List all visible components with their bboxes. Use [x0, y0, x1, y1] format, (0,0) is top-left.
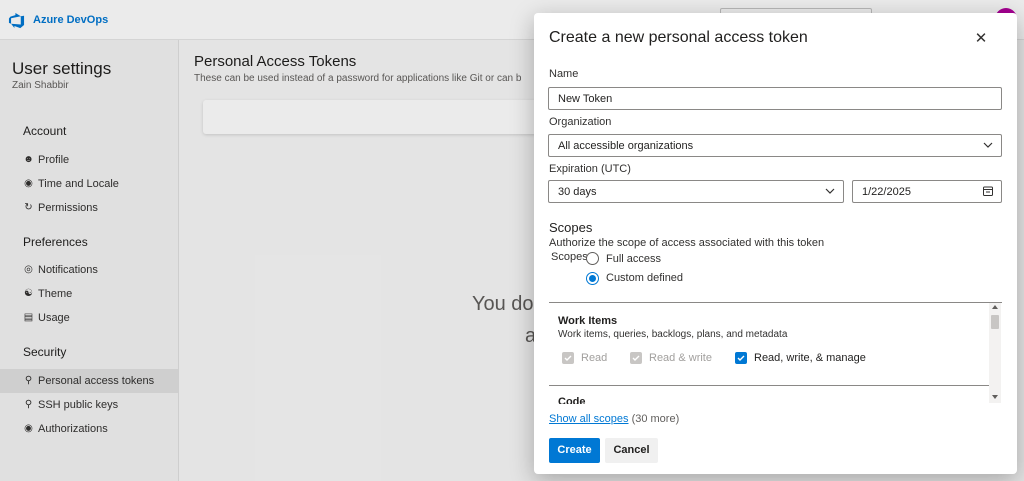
scroll-thumb[interactable] — [991, 315, 999, 329]
checkbox-read[interactable] — [562, 352, 574, 364]
organization-label: Organization — [549, 116, 612, 128]
scopes-description: Authorize the scope of access associated… — [549, 237, 825, 249]
create-button[interactable]: Create — [549, 438, 600, 463]
cancel-button[interactable]: Cancel — [605, 438, 658, 463]
scope-list: Work Items Work items, queries, backlogs… — [549, 302, 1002, 404]
calendar-icon[interactable] — [982, 185, 994, 197]
scope-divider — [549, 385, 989, 386]
scope-section-description: Work items, queries, backlogs, plans, an… — [558, 329, 788, 340]
show-all-scopes: Show all scopes (30 more) — [549, 413, 679, 425]
radio-full-access[interactable] — [586, 252, 599, 265]
expiration-date-field[interactable]: 1/22/2025 — [852, 180, 1002, 203]
dialog-title: Create a new personal access token — [549, 29, 808, 46]
expiration-label: Expiration (UTC) — [549, 163, 631, 175]
organization-dropdown[interactable]: All accessible organizations — [548, 134, 1002, 157]
date-value: 1/22/2025 — [862, 186, 911, 198]
checkbox-read-label: Read — [581, 352, 608, 364]
close-icon[interactable]: ✕ — [973, 31, 989, 47]
show-all-scopes-link[interactable]: Show all scopes — [549, 413, 629, 425]
scroll-up-icon[interactable] — [992, 305, 998, 309]
organization-value: All accessible organizations — [558, 140, 694, 152]
scope-section-title: Work Items — [558, 315, 618, 327]
radio-full-access-label[interactable]: Full access — [606, 253, 661, 265]
radio-custom-defined[interactable] — [586, 272, 599, 285]
name-label: Name — [549, 68, 579, 80]
name-value: New Token — [558, 93, 613, 105]
radio-custom-defined-label[interactable]: Custom defined — [606, 272, 683, 284]
expiration-value: 30 days — [558, 186, 597, 198]
scope-list-scrollbar[interactable] — [989, 303, 1001, 403]
checkbox-read-write[interactable] — [630, 352, 642, 364]
checkbox-read-write-manage[interactable] — [735, 352, 747, 364]
scope-section-title-next: Code — [558, 396, 586, 404]
create-token-dialog: Create a new personal access token ✕ Nam… — [534, 13, 1017, 474]
scroll-down-icon[interactable] — [992, 395, 998, 399]
name-field[interactable]: New Token — [548, 87, 1002, 110]
checkbox-read-write-manage-label: Read, write, & manage — [754, 352, 866, 364]
chevron-down-icon — [825, 188, 835, 194]
more-scopes-count: (30 more) — [631, 413, 680, 425]
scopes-heading: Scopes — [549, 220, 593, 235]
scopes-label: Scopes — [551, 251, 588, 263]
checkbox-read-write-label: Read & write — [649, 352, 712, 364]
chevron-down-icon — [983, 142, 993, 148]
expiration-dropdown[interactable]: 30 days — [548, 180, 844, 203]
